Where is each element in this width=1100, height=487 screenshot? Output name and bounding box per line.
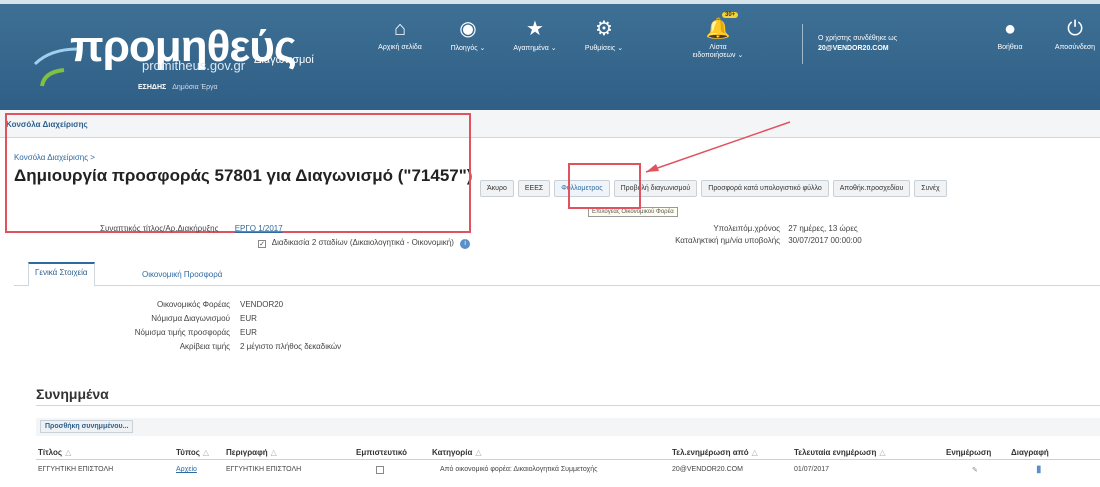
column-header[interactable]: Τελ.ενημέρωση από △ (672, 448, 758, 457)
column-header: Εμπιστευτικό (356, 448, 407, 457)
user-info: Ο χρήστης συνδέθηκε ως 20@VENDOR20.COM (818, 35, 898, 52)
info-icon[interactable]: i (460, 239, 471, 249)
deadline-row: Καταληκτική ημ/νία υποβολής 30/07/2017 0… (675, 236, 862, 245)
two-stage-checkbox[interactable]: ✓ (258, 240, 266, 248)
navigation-icon: ◉ (459, 18, 477, 40)
nav-home[interactable]: ⌂ Αρχική σελίδα (370, 18, 430, 51)
continue-button[interactable]: Συνέχ (914, 180, 947, 197)
logo-subtitle: Διαγωνισμοί (254, 54, 314, 66)
contract-title-link[interactable]: ΕΡΓΟ 1/2017 (235, 224, 283, 233)
edit-pencil-icon[interactable]: ✎ (972, 466, 978, 474)
save-draft-button[interactable]: Αποθήκ.προσχεδίου (832, 180, 911, 197)
attachments-table-header: Τίτλος △ Τύπος △ Περιγραφή △ Εμπιστευτικό Κ… (36, 444, 1100, 460)
cancel-button[interactable]: Άκυρο (480, 180, 514, 197)
tab-financial[interactable]: Οικονομική Προσφορά (136, 266, 228, 283)
column-header: Ενημέρωση (946, 448, 992, 457)
nav-navigator[interactable]: ◉ Πλοηγός ⌄ (440, 18, 496, 52)
nav-settings[interactable]: ⚙ Ρυθμίσεις ⌄ (574, 18, 634, 52)
home-icon: ⌂ (393, 18, 407, 40)
eeee-button[interactable]: ΕΕΕΣ (517, 180, 551, 197)
contract-title-row: Συναπτικός τίτλος/Αρ.Διακήρυξης ΕΡΓΟ 1/2… (100, 224, 283, 233)
logo-url: promitheus.gov.gr (142, 58, 246, 73)
app-header: προμηθεύς Διαγωνισμοί promitheus.gov.gr … (0, 0, 1100, 110)
remaining-time-row: Υπολειπόμ.χρόνος 27 ημέρες, 13 ώρες (713, 224, 858, 233)
tab-general[interactable]: Γενικά Στοιχεία (28, 262, 95, 287)
section-divider (36, 405, 1100, 406)
logo-tagline: ΕΣΗΔΗΣ Δημόσια Έργα (138, 84, 218, 91)
star-icon: ★ (526, 18, 544, 40)
column-header: Διαγραφή (1011, 448, 1049, 457)
nav-help[interactable]: ● Βοήθεια (990, 18, 1030, 51)
action-buttons: Άκυρο ΕΕΕΣ Φυλλομετρος Προβολή διαγωνισμ… (480, 180, 947, 197)
column-header[interactable]: Περιγραφή △ (226, 448, 277, 457)
two-stage-row: ✓ Διαδικασία 2 σταδίων (Δικαιολογητικά -… (258, 238, 471, 249)
nav-favorites[interactable]: ★ Αγαπημένα ⌄ (504, 18, 566, 52)
attachments-title: Συνημμένα (36, 386, 109, 402)
delete-trash-icon[interactable]: ▮ (1036, 464, 1042, 475)
column-header[interactable]: Τίτλος △ (38, 448, 71, 457)
annotation-arrow (645, 121, 791, 173)
annotation-box-title (5, 113, 471, 233)
confidential-checkbox (376, 466, 388, 475)
column-header[interactable]: Τελευταία ενημέρωση △ (794, 448, 885, 457)
table-row: ΕΓΓΥΗΤΙΚΗ ΕΠΙΣΤΟΛΗ Αρχείο ΕΓΓΥΗΤΙΚΗ ΕΠΙΣ… (38, 464, 1042, 475)
column-header[interactable]: Τύπος △ (176, 448, 209, 457)
gear-icon: ⚙ (595, 18, 613, 40)
sub-tabs: Γενικά Στοιχεία Οικονομική Προσφορά (14, 260, 1100, 287)
nav-notifications[interactable]: 🔔 Λίστα ειδοποιήσεων ⌄ (690, 18, 746, 59)
add-attachment-button[interactable]: Προσθήκη συνημμένου... (40, 420, 134, 433)
spreadsheet-offer-button[interactable]: Προσφορά κατά υπολογιστικό φύλλο (701, 180, 829, 197)
help-icon: ● (1003, 18, 1017, 40)
power-icon: ⏻ (1067, 18, 1083, 40)
header-divider (802, 24, 803, 64)
bell-icon: 🔔 (705, 18, 731, 40)
nav-logout[interactable]: ⏻ Αποσύνδεση (1050, 18, 1100, 51)
attachments-toolbar: Προσθήκη συνημμένου... (36, 418, 1100, 436)
notification-badge: 30+ (722, 12, 739, 18)
column-header[interactable]: Κατηγορία △ (432, 448, 482, 457)
